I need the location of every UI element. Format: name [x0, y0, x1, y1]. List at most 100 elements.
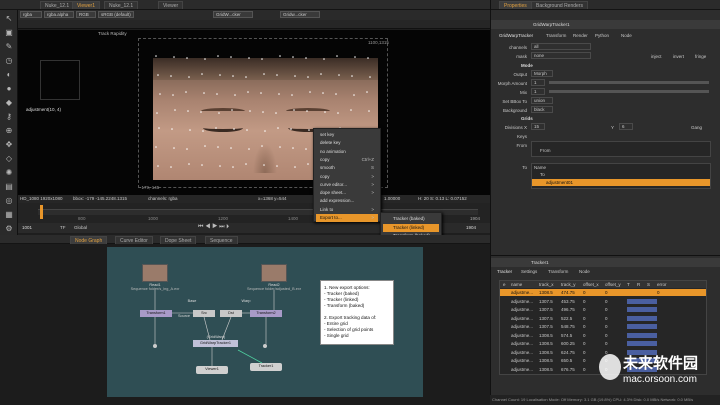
invert-option[interactable]: invert: [673, 54, 684, 59]
tracker-tabs: Tracker Settings Transform Node: [491, 268, 720, 276]
tracker-cell: [656, 315, 676, 322]
output-field[interactable]: Morph: [531, 70, 553, 77]
to-item-selected-label: adjustment01: [546, 180, 574, 185]
tracker-cell: 0: [583, 298, 586, 304]
from-list[interactable]: From: [531, 141, 711, 157]
fringe-option[interactable]: fringe: [695, 54, 706, 59]
tracker-cell: 600.25: [561, 341, 575, 346]
channels-field[interactable]: all: [531, 43, 591, 50]
tracker-column-header[interactable]: offset_x: [582, 281, 604, 288]
tracker-cell: 0: [605, 324, 608, 329]
tracker-cell: [502, 357, 510, 364]
tracker-cell: 1308.5: [539, 366, 553, 372]
subtab-node[interactable]: Node: [621, 33, 632, 38]
divisions-y-label: Y: [611, 125, 615, 130]
tracker-column-header[interactable]: offset_y: [604, 281, 626, 288]
tracker-cell: 0: [605, 341, 608, 346]
properties-subtabs: GridWarpTracker Transform Render Python …: [491, 31, 720, 40]
tracker-column-header[interactable]: S: [646, 281, 656, 288]
watermark-title: 未来软件园: [623, 355, 699, 372]
tracker-cell: adjustme...: [511, 358, 534, 363]
tracker-cell: 0: [583, 332, 586, 338]
tab-background-renders[interactable]: Background Renders: [531, 1, 588, 9]
tracker-column-header[interactable]: T: [626, 281, 636, 288]
node-name-bar: GridWarpTracker1: [491, 20, 720, 29]
tracker-column-header[interactable]: error: [656, 281, 676, 288]
tracker-row[interactable]: adjustme... 1307.5 496.75 0 0: [500, 306, 706, 313]
tracker-cell: [502, 323, 510, 330]
tracker-column-header[interactable]: R: [636, 281, 646, 288]
tracker-cell: [502, 332, 510, 339]
sticky-note[interactable]: 1. New export options: - Tracker (baked) -…: [320, 280, 394, 345]
tracker-row[interactable]: adjustme... 1308.5 574.5 0 0: [500, 332, 706, 339]
tracker-cell: [502, 340, 510, 347]
tracker-cell: 1307.5: [539, 324, 553, 329]
set-bbox-field[interactable]: union: [531, 97, 553, 104]
tracker-column-header[interactable]: e: [502, 281, 510, 288]
inject-option[interactable]: inject: [651, 54, 662, 59]
tracker-title[interactable]: Tracker1: [531, 260, 549, 265]
tracker-row[interactable]: adjustme... 1308.5 474.75 0 0 0: [500, 289, 706, 296]
output-label: Output: [513, 72, 527, 77]
tracker-cell: 1308.5: [539, 349, 553, 355]
tracker-cell: adjustme...: [511, 315, 534, 321]
from-item[interactable]: From: [540, 148, 551, 153]
subtab-transform[interactable]: Transform: [546, 33, 566, 38]
mix-slider[interactable]: [549, 90, 709, 93]
to-list[interactable]: Name To adjustment01: [531, 163, 711, 189]
subtab-gridwarptracker[interactable]: GridWarpTracker: [499, 33, 533, 38]
divisions-x-field[interactable]: 15: [531, 123, 545, 130]
mask-field[interactable]: none: [531, 52, 591, 59]
morph-amount-field[interactable]: 1: [531, 79, 545, 86]
tracker-cell: adjustme...: [511, 290, 534, 295]
node-name[interactable]: GridWarpTracker1: [533, 22, 570, 27]
to-item[interactable]: To: [540, 172, 545, 177]
tracker-column-header[interactable]: name: [510, 281, 538, 288]
tracker-cell: 496.75: [561, 307, 575, 312]
mix-field[interactable]: 1: [531, 88, 545, 95]
tracker-cell: 0: [605, 290, 608, 295]
tab-properties[interactable]: Properties: [499, 1, 532, 9]
node-connections: [154, 290, 275, 366]
tracker-cell: adjustme...: [511, 298, 534, 304]
tracker-cell: 1307.5: [539, 315, 553, 321]
tracker-cell: 574.5: [561, 332, 573, 338]
tracker-row[interactable]: adjustme... 1307.5 522.5 0 0: [500, 315, 706, 322]
tracker-tab-tracker[interactable]: Tracker: [497, 269, 512, 274]
subtab-python[interactable]: Python: [595, 33, 609, 38]
tracker-column-header[interactable]: track_x: [538, 281, 560, 288]
tracker-tab-settings[interactable]: Settings: [521, 269, 537, 274]
tracker-row[interactable]: adjustme... 1307.5 548.75 0 0: [500, 323, 706, 330]
note-line: - Single grid: [324, 333, 349, 338]
gang-label: Gang: [691, 125, 703, 130]
keys-label: Keys: [516, 134, 527, 139]
tracker-cell: 0: [583, 315, 586, 321]
note-text: 1. New export options: - Tracker (baked) -…: [324, 285, 390, 339]
divisions-y-field[interactable]: 6: [619, 123, 633, 130]
tracker-column-header[interactable]: track_y: [560, 281, 582, 288]
tracker-cell: [656, 306, 676, 313]
tracker-cell: 624.75: [561, 349, 575, 355]
to-item-selected[interactable]: adjustment01: [532, 179, 710, 186]
tracker-tab-node[interactable]: Node: [579, 269, 590, 274]
tracker-cell: 0: [583, 324, 586, 329]
subtab-render[interactable]: Render: [573, 33, 588, 38]
tracker-cell: 522.5: [561, 315, 573, 321]
tracker-cell: [656, 323, 676, 330]
background-field[interactable]: black: [531, 106, 553, 113]
tracker-cell: 548.75: [561, 324, 575, 329]
tracker-cell: [627, 324, 637, 329]
tracker-cell: [637, 341, 647, 346]
tracker-cell: 0: [657, 290, 660, 295]
status-text: Channel Count: 19 Localisation Mode: Off…: [492, 397, 694, 402]
tracker-cell: 0: [583, 307, 586, 312]
tracker-cell: 0: [605, 307, 608, 312]
tracker-cell: adjustme...: [511, 332, 534, 338]
tracker-cell: [637, 315, 647, 321]
morph-amount-slider[interactable]: [549, 81, 709, 84]
tracker-row[interactable]: adjustme... 1308.5 600.25 0 0: [500, 340, 706, 347]
tracker-cell: 1307.5: [539, 298, 553, 304]
set-bbox-label: Set BBox To: [502, 99, 527, 104]
tracker-row[interactable]: adjustme... 1307.5 453.75 0 0: [500, 298, 706, 305]
tracker-tab-transform[interactable]: Transform: [548, 269, 568, 274]
